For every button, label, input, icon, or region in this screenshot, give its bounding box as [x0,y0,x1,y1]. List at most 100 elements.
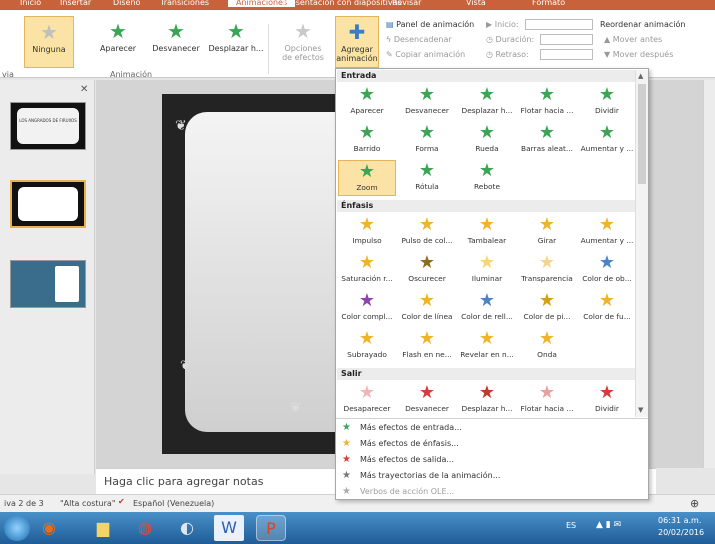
gallery-effect-item[interactable]: ★ Onda [518,328,576,364]
tab-7[interactable]: Vista [466,0,486,7]
scroll-down-icon[interactable]: ▼ [638,406,643,414]
clock-date[interactable]: 20/02/2016 [658,528,704,537]
tray-icons[interactable]: ▲ ▮ ✉ [596,520,621,530]
gallery-effect-item[interactable]: ★ Barras aleat... [518,122,576,158]
gallery-effect-item[interactable]: ★ Color de ob... [578,252,636,288]
gallery-effect-item[interactable]: ★ Dividir [578,382,636,418]
animation-group-label: Animación [110,70,153,79]
gallery-effect-item[interactable]: ★ Pulso de col... [398,214,456,250]
tab-6[interactable]: Revisar [392,0,421,7]
delay-spinner[interactable] [540,49,593,60]
tab-2[interactable]: Diseño [113,0,140,7]
gallery-effect-item[interactable]: ★ Desvanecer [398,382,456,418]
more-effects-item[interactable]: ★ Más efectos de énfasis... [342,438,459,449]
tab-8[interactable]: Formato [532,0,565,7]
gallery-effect-item[interactable]: ★ Flotar hacia ... [518,382,576,418]
more-effects-item: ★ Verbos de acción OLE... [342,486,455,497]
copy-animation-button[interactable]: ✎ Copiar animación [386,50,465,59]
start-button[interactable] [4,515,30,541]
ribbon-gallery-item[interactable]: ★ Desvanecer [148,16,204,68]
language[interactable]: Español (Venezuela) [133,499,214,508]
gallery-effect-item[interactable]: ★ Aumentar y ... [578,122,636,158]
gallery-effect-item[interactable]: ★ Barrido [338,122,396,158]
ribbon-gallery-item[interactable]: ★ Aparecer [90,16,146,68]
tab-0[interactable]: Inicio [20,0,41,7]
slide-thumbnail-1[interactable]: LOS ANGRADOS DE FIRUXOS [10,102,86,150]
scroll-up-icon[interactable]: ▲ [638,72,643,80]
animation-panel-button[interactable]: ▤ Panel de animación [386,20,474,29]
vertical-scrollbar[interactable] [703,80,715,468]
gallery-effect-item[interactable]: ★ Color compl... [338,290,396,326]
slide-thumbnail-2[interactable] [10,180,86,228]
gallery-effect-item[interactable]: ★ Color de rell... [458,290,516,326]
gallery-scroll-arrows[interactable] [268,24,280,74]
gallery-effect-item[interactable]: ★ Desaparecer [338,382,396,418]
gallery-effect-item[interactable]: ★ Color de fu... [578,290,636,326]
left-group-label: via [2,70,14,79]
powerpoint-icon[interactable]: P [256,515,286,541]
gallery-effect-item[interactable]: ★ Rueda [458,122,516,158]
animation-gallery[interactable]: ★ Ninguna ★ Aparecer ★ Desvanecer ★ Desplazar h… [24,16,280,74]
windows-taskbar: ◉ ▆ ◍ ◐ W P ES ▲ ▮ ✉ 06:31 a.m. 20/02/20… [0,512,715,544]
gallery-effect-item[interactable]: ★ Aparecer [338,84,396,120]
gallery-effect-item[interactable]: ★ Forma [398,122,456,158]
chrome-icon[interactable]: ◍ [130,515,160,541]
slide-thumbnail-3[interactable] [10,260,86,308]
ribbon-gallery-item[interactable]: ★ Desplazar h... [208,16,264,68]
scroll-thumb[interactable] [638,84,646,184]
gallery-effect-item[interactable]: ★ Dividir [578,84,636,120]
gallery-effect-item[interactable]: ★ Desplazar h... [458,382,516,418]
more-effects-item[interactable]: ★ Más trayectorias de la animación... [342,470,500,481]
language-indicator[interactable]: ES [566,521,576,530]
more-effects-item[interactable]: ★ Más efectos de salida... [342,454,454,465]
effect-options-button[interactable]: ★ Opciones de efectos [282,16,324,68]
tab-3[interactable]: Transiciones [160,0,209,7]
gallery-effect-item[interactable]: ★ Transparencia [518,252,576,288]
gallery-effect-item[interactable]: ★ Girar [518,214,576,250]
gallery-effect-item[interactable]: ★ Desvanecer [398,84,456,120]
tab-5[interactable]: Presentación con diapositivas [283,0,402,7]
trigger-button[interactable]: ϟ Desencadenar [386,35,452,44]
gallery-effect-item[interactable]: ★ Oscurecer [398,252,456,288]
gallery-effect-item[interactable]: ★ Flash en ne... [398,328,456,364]
gallery-effect-item[interactable]: ★ Saturación r... [338,252,396,288]
gallery-effect-item[interactable]: ★ Aumentar y ... [578,214,636,250]
gallery-effect-item[interactable]: ★ Iluminar [458,252,516,288]
star-icon: ★ [478,214,496,235]
move-later-button[interactable]: ▼ Mover después [604,50,673,59]
zoom-in-icon[interactable]: ⊕ [690,497,699,510]
gallery-effect-item[interactable]: ★ Rebote [458,160,516,196]
gallery-effect-item[interactable]: ★ Revelar en n... [458,328,516,364]
ribbon-gallery-item[interactable]: ★ Ninguna [24,16,74,68]
star-icon: ★ [538,328,556,349]
move-earlier-button[interactable]: ▲ Mover antes [604,35,662,44]
more-effects-item[interactable]: ★ Más efectos de entrada... [342,422,462,433]
section-header: Énfasis [337,200,635,212]
gallery-effect-item[interactable]: ★ Color de pi... [518,290,576,326]
tab-1[interactable]: Insertar [60,0,91,7]
clock-time[interactable]: 06:31 a.m. [658,516,701,525]
gallery-effect-item[interactable]: ★ Desplazar h... [458,84,516,120]
close-panel-icon[interactable]: ✕ [80,84,88,95]
gallery-effect-item[interactable]: ★ Impulso [338,214,396,250]
word-icon[interactable]: W [214,515,244,541]
gallery-effect-item[interactable]: ★ Subrayado [338,328,396,364]
firefox-icon[interactable]: ◉ [34,515,64,541]
star-icon: ★ [342,486,351,497]
duration-spinner[interactable] [540,34,593,45]
add-animation-button[interactable]: ✚ Agregar animación [335,16,379,68]
star-icon: ★ [478,122,496,143]
hp-icon[interactable]: ◐ [172,515,202,541]
gallery-effect-item[interactable]: ★ Rótula [398,160,456,196]
folder-icon[interactable]: ▆ [88,515,118,541]
spellcheck-icon[interactable]: ✔ [118,497,125,506]
gallery-effect-item[interactable]: ★ Zoom [338,160,396,196]
gallery-effect-item[interactable]: ★ Flotar hacia ... [518,84,576,120]
gallery-effect-item[interactable]: ★ Tambalear [458,214,516,250]
star-icon: ★ [342,470,351,481]
panel-icon: ▤ [386,20,397,29]
gallery-scrollbar[interactable]: ▲ ▼ [635,70,648,417]
gallery-effect-item[interactable]: ★ Color de línea [398,290,456,326]
start-select[interactable] [525,19,593,30]
star-icon: ★ [538,382,556,403]
